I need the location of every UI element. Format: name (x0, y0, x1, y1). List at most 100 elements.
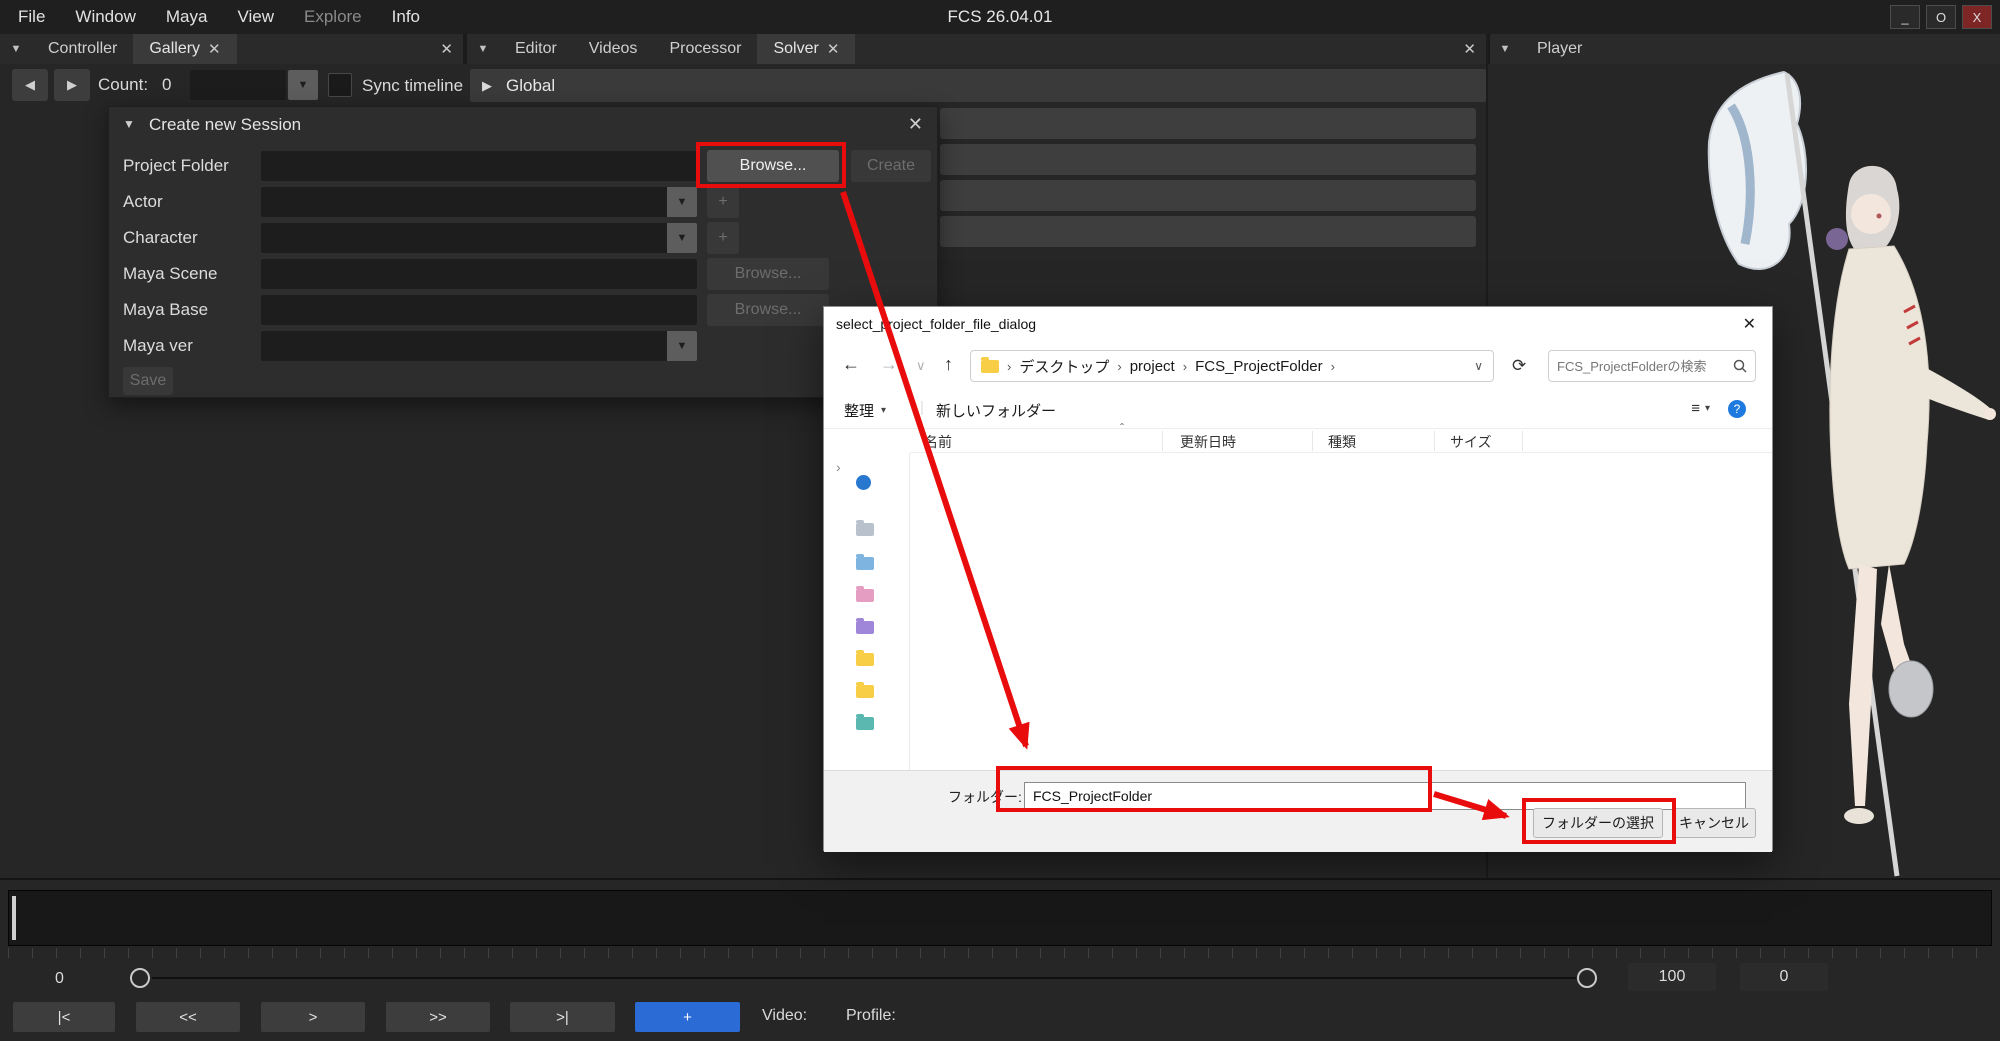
new-folder-button[interactable]: 新しいフォルダー (936, 400, 1056, 421)
file-list-area[interactable]: › (824, 453, 1772, 770)
dialog-navbar: ← → ∨ ↑ › デスクトップ › project › FCS_Project… (824, 341, 1772, 391)
refresh-icon[interactable]: ⟳ (1512, 356, 1526, 376)
dropdown-icon[interactable]: ▼ (667, 187, 697, 217)
column-name[interactable]: 名前 (924, 432, 952, 452)
dialog-close-icon[interactable]: ✕ (1743, 314, 1756, 334)
dialog-title: select_project_folder_file_dialog (836, 316, 1036, 332)
step-back-button[interactable]: << (136, 1002, 240, 1032)
current-frame-field[interactable]: 0 (1740, 963, 1828, 991)
menu-explore[interactable]: Explore (304, 7, 362, 27)
tab-group-center: ▼ Editor Videos Processor Solver ✕ ✕ (467, 34, 1486, 64)
menu-file[interactable]: File (18, 7, 45, 27)
organize-button[interactable]: 整理 ▾ (844, 400, 886, 421)
play-button[interactable]: > (261, 1002, 365, 1032)
tab-gallery-close-icon[interactable]: ✕ (208, 40, 221, 58)
search-input[interactable] (1557, 354, 1725, 378)
count-input[interactable] (190, 70, 286, 100)
tab-processor[interactable]: Processor (653, 34, 757, 64)
close-button[interactable]: X (1962, 5, 1992, 29)
pane-menu-icon[interactable]: ▼ (1489, 34, 1521, 64)
menu-window[interactable]: Window (75, 7, 135, 27)
menu-info[interactable]: Info (392, 7, 420, 27)
sidebar-folder-icon[interactable] (856, 621, 874, 634)
tab-solver-close-icon[interactable]: ✕ (827, 40, 840, 58)
tab-videos[interactable]: Videos (573, 34, 654, 64)
sidebar-folder-icon[interactable] (856, 589, 874, 602)
address-caret-icon[interactable]: ∨ (1474, 359, 1483, 373)
help-icon[interactable]: ? (1728, 400, 1746, 418)
project-folder-input[interactable] (261, 151, 697, 181)
column-modified[interactable]: 更新日時 (1180, 432, 1236, 452)
pane-close-icon[interactable]: ✕ (440, 34, 453, 64)
column-size[interactable]: サイズ (1450, 432, 1492, 452)
frame-prev-button[interactable]: ◀ (12, 69, 48, 101)
character-dropdown[interactable]: ▼ (261, 223, 697, 253)
tab-solver-label: Solver (773, 40, 818, 58)
maya-ver-dropdown[interactable]: ▼ (261, 331, 697, 361)
sidebar-folder-icon[interactable] (856, 717, 874, 730)
range-slider-track[interactable] (152, 977, 1576, 979)
sidebar-folder-icon[interactable] (856, 557, 874, 570)
tab-gallery[interactable]: Gallery ✕ (133, 34, 236, 64)
sync-timeline-checkbox[interactable] (328, 73, 352, 97)
range-start-value: 0 (55, 970, 64, 988)
pane-menu-icon[interactable]: ▼ (467, 34, 499, 64)
breadcrumb-project[interactable]: project (1130, 358, 1175, 375)
tab-solver[interactable]: Solver ✕ (757, 34, 855, 64)
frame-next-button[interactable]: ▶ (54, 69, 90, 101)
count-value: 0 (162, 69, 171, 101)
go-to-start-button[interactable]: |< (13, 1002, 115, 1032)
collapse-chevron-icon[interactable]: ▼ (123, 117, 135, 131)
go-to-end-button[interactable]: >| (510, 1002, 615, 1032)
range-slider-right-handle[interactable] (1577, 968, 1597, 988)
breadcrumb-fcs-projectfolder[interactable]: FCS_ProjectFolder (1195, 358, 1323, 375)
create-session-close-icon[interactable]: ✕ (908, 114, 923, 135)
timeline-strip[interactable] (8, 890, 1992, 946)
range-slider-left-handle[interactable] (130, 968, 150, 988)
forward-icon: → (880, 354, 898, 375)
history-caret-icon[interactable]: ∨ (916, 358, 926, 374)
sidebar-folder-icon[interactable] (856, 523, 874, 536)
address-breadcrumb[interactable]: › デスクトップ › project › FCS_ProjectFolder ›… (970, 350, 1494, 382)
range-end-field[interactable]: 100 (1628, 963, 1716, 991)
minimize-button[interactable]: _ (1890, 5, 1920, 29)
actor-dropdown[interactable]: ▼ (261, 187, 697, 217)
dropdown-icon[interactable]: ▼ (667, 331, 697, 361)
tab-player-label: Player (1537, 40, 1582, 58)
menu-view[interactable]: View (237, 7, 274, 27)
tab-editor[interactable]: Editor (499, 34, 573, 64)
search-box (1548, 350, 1756, 382)
tab-group-right: ▼ Player (1489, 34, 2000, 64)
expand-chevron-icon[interactable]: › (836, 459, 841, 475)
step-forward-button[interactable]: >> (386, 1002, 490, 1032)
maya-scene-input[interactable] (261, 259, 697, 289)
add-button[interactable]: + (635, 1002, 740, 1032)
back-icon[interactable]: ← (842, 354, 860, 375)
pane-close-icon[interactable]: ✕ (1463, 34, 1476, 64)
sidebar-folder-icon[interactable] (856, 653, 874, 666)
onedrive-icon[interactable] (856, 475, 871, 490)
view-options-button[interactable]: ≡ ▾ (1691, 400, 1710, 417)
sidebar-folder-icon[interactable] (856, 685, 874, 698)
menu-maya[interactable]: Maya (166, 7, 208, 27)
highlight-folder-input (996, 766, 1432, 812)
tab-player[interactable]: Player (1521, 34, 1598, 64)
cancel-button[interactable]: キャンセル (1672, 808, 1756, 838)
dropdown-icon[interactable]: ▼ (667, 223, 697, 253)
up-icon[interactable]: ↑ (944, 354, 953, 375)
maximize-button[interactable]: O (1926, 5, 1956, 29)
maya-base-input[interactable] (261, 295, 697, 325)
search-icon[interactable] (1733, 359, 1747, 373)
pane-menu-icon[interactable]: ▼ (0, 34, 32, 64)
count-dropdown-button[interactable]: ▼ (288, 70, 318, 100)
global-section-header[interactable]: ▶ Global (470, 69, 1486, 102)
tab-editor-label: Editor (515, 40, 557, 58)
breadcrumb-desktop[interactable]: デスクトップ (1019, 356, 1109, 377)
organize-label: 整理 (844, 400, 874, 421)
timeline-cursor[interactable] (12, 896, 16, 940)
tab-controller[interactable]: Controller (32, 34, 133, 64)
add-character-button: + (707, 222, 739, 254)
navigation-sidebar: › (824, 453, 910, 770)
column-type[interactable]: 種類 (1328, 432, 1356, 452)
crumb-separator: › (1117, 359, 1121, 374)
